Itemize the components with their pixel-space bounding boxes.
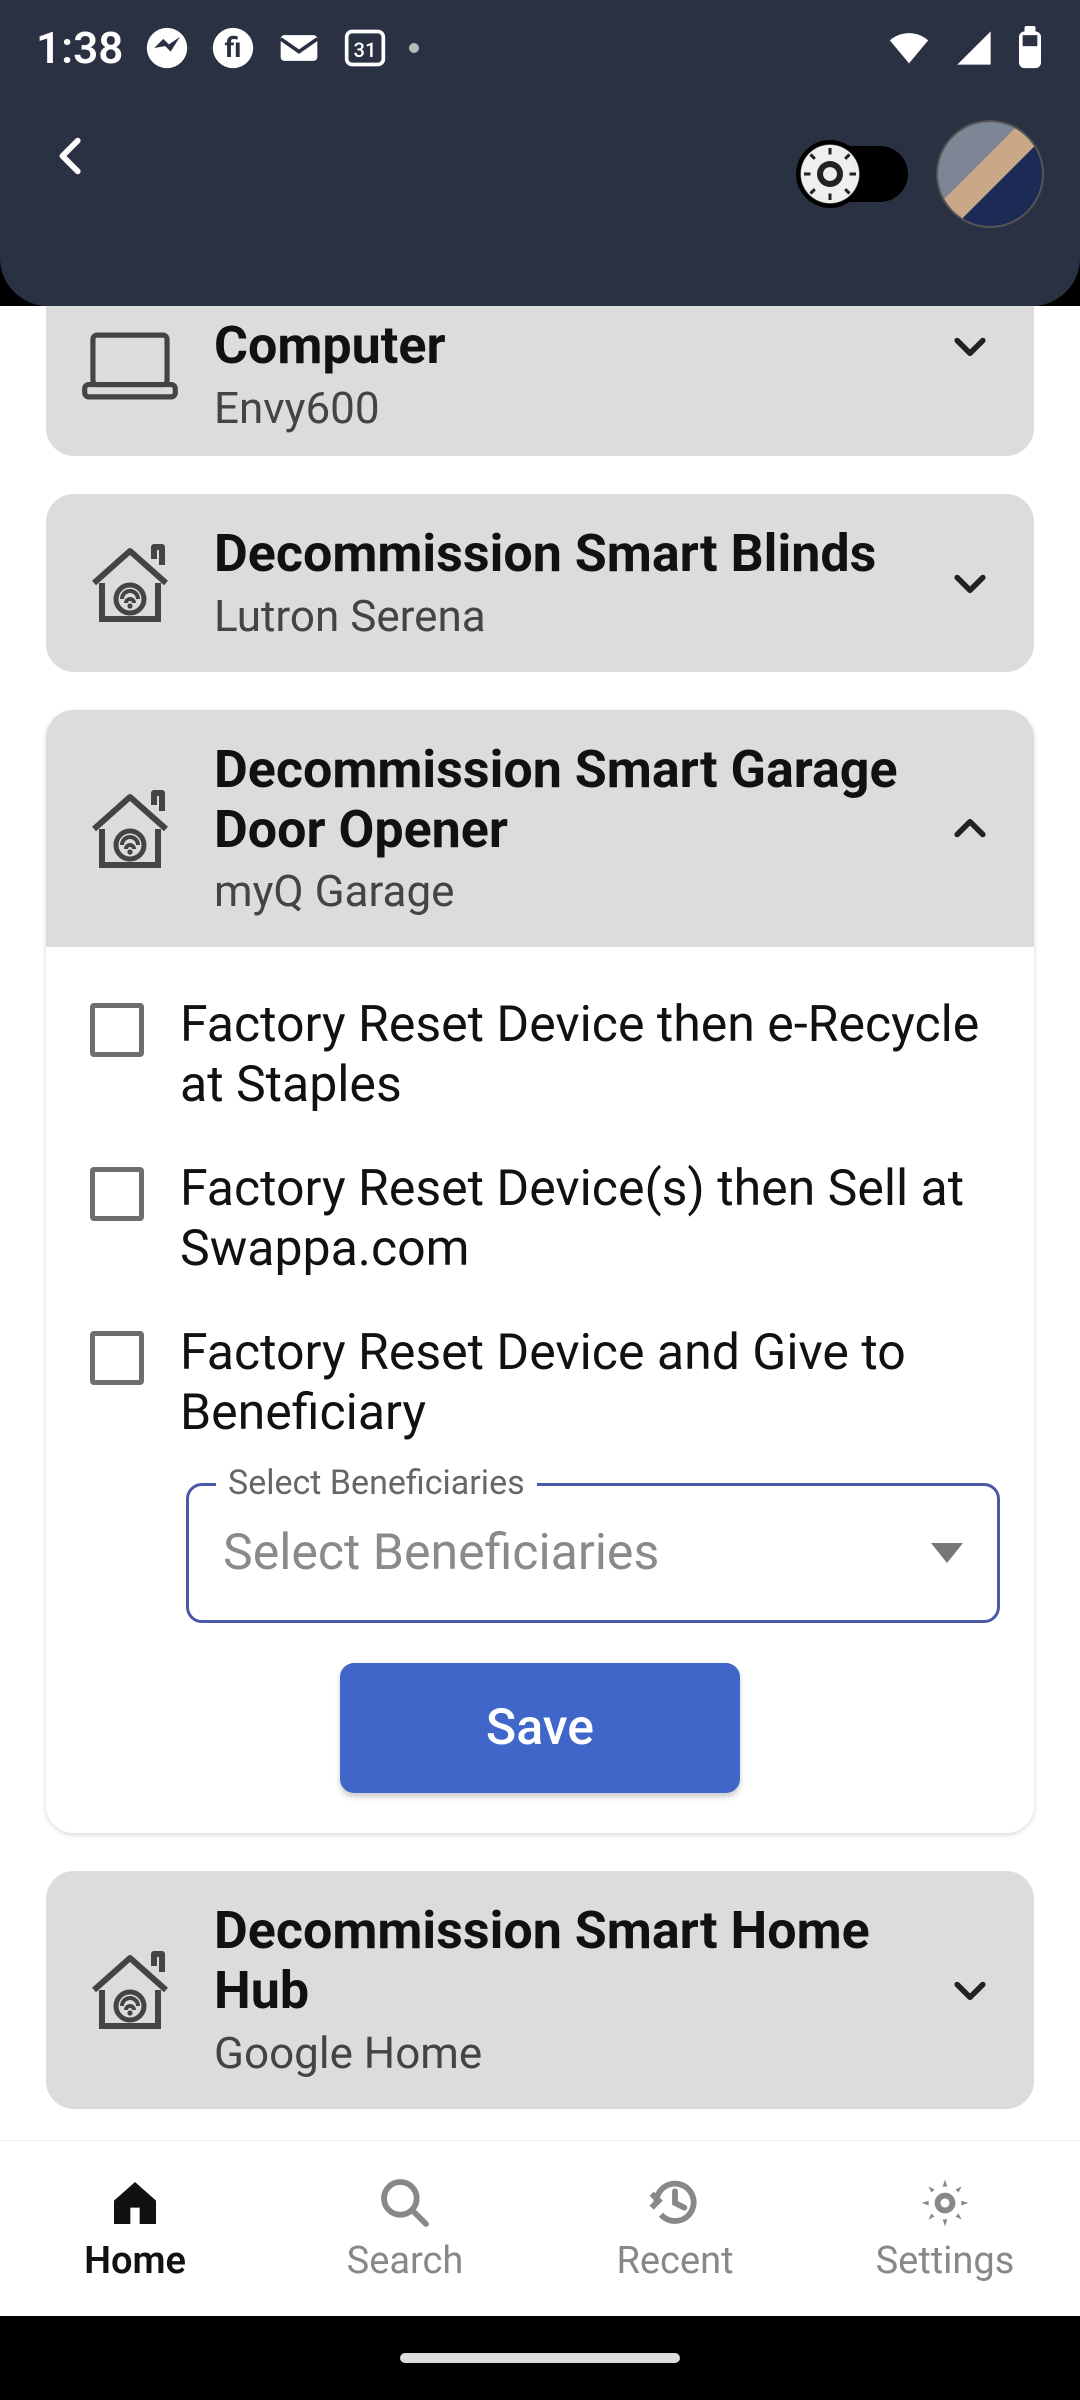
card-title: Computer [214, 316, 906, 376]
avatar[interactable] [936, 120, 1044, 228]
device-card-garage-opener-header[interactable]: Decommission Smart Garage Door Opener my… [46, 710, 1034, 948]
nav-settings[interactable]: Settings [810, 2141, 1080, 2316]
fitbit-icon: fi [211, 26, 255, 70]
option-label: Factory Reset Device and Give to Benefic… [180, 1323, 1000, 1443]
bottom-nav: Home Search Recent Settings [0, 2140, 1080, 2316]
svg-text:31: 31 [354, 38, 377, 62]
messenger-icon [145, 26, 189, 70]
laptop-icon [80, 316, 180, 416]
card-title: Decommission Smart Garage Door Opener [214, 740, 906, 860]
nav-label: Home [84, 2239, 186, 2283]
chevron-down-icon [940, 316, 1000, 376]
gear-icon [917, 2175, 973, 2231]
option-label: Factory Reset Device then e-Recycle at S… [180, 995, 1000, 1115]
nav-home[interactable]: Home [0, 2141, 270, 2316]
device-card-home-hub[interactable]: Decommission Smart Home Hub Google Home [46, 1871, 1034, 2109]
checkbox[interactable] [90, 1331, 144, 1385]
cell-signal-icon [954, 28, 994, 68]
card-title: Decommission Smart Home Hub [214, 1901, 906, 2021]
select-placeholder: Select Beneficiaries [223, 1524, 659, 1582]
option-row-beneficiary[interactable]: Factory Reset Device and Give to Benefic… [80, 1301, 1000, 1465]
gesture-area [0, 2316, 1080, 2400]
app-header [0, 96, 1080, 306]
save-button[interactable]: Save [340, 1663, 740, 1793]
option-row-sell[interactable]: Factory Reset Device(s) then Sell at Swa… [80, 1137, 1000, 1301]
back-button[interactable] [36, 120, 108, 192]
gesture-bar[interactable] [400, 2353, 680, 2363]
content-scroll[interactable]: Computer Envy600 Decommission Smart Blin… [0, 306, 1080, 2140]
chevron-up-icon [940, 799, 1000, 859]
home-icon [107, 2175, 163, 2231]
smart-home-icon [80, 1940, 180, 2040]
calendar-icon: 31 [343, 26, 387, 70]
search-icon [377, 2175, 433, 2231]
smart-home-icon [80, 779, 180, 879]
history-icon [647, 2175, 703, 2231]
device-card-computer[interactable]: Computer Envy600 [46, 306, 1034, 456]
chevron-down-icon [940, 553, 1000, 613]
card-title: Decommission Smart Blinds [214, 524, 906, 584]
nav-recent[interactable]: Recent [540, 2141, 810, 2316]
mail-icon [277, 26, 321, 70]
toggle-knob-icon [796, 140, 864, 208]
nav-label: Recent [616, 2239, 733, 2283]
wifi-icon [886, 25, 932, 71]
card-subtitle: Google Home [214, 2027, 906, 2079]
device-card-smart-blinds[interactable]: Decommission Smart Blinds Lutron Serena [46, 494, 1034, 672]
card-subtitle: Lutron Serena [214, 590, 906, 642]
battery-icon [1016, 26, 1044, 70]
beneficiaries-select[interactable]: Select Beneficiaries Select Beneficiarie… [186, 1483, 1000, 1623]
notification-dot-icon [409, 43, 419, 53]
caret-down-icon [931, 1543, 963, 1563]
status-bar: 1:38 fi 31 [0, 0, 1080, 96]
checkbox[interactable] [90, 1003, 144, 1057]
card-subtitle: myQ Garage [214, 865, 906, 917]
card-subtitle: Envy600 [214, 382, 906, 434]
nav-search[interactable]: Search [270, 2141, 540, 2316]
option-row-recycle[interactable]: Factory Reset Device then e-Recycle at S… [80, 973, 1000, 1137]
option-label: Factory Reset Device(s) then Sell at Swa… [180, 1159, 1000, 1279]
svg-text:fi: fi [225, 31, 242, 64]
device-card-garage-opener-expanded: Decommission Smart Garage Door Opener my… [46, 710, 1034, 1834]
options-panel: Factory Reset Device then e-Recycle at S… [46, 947, 1034, 1833]
checkbox[interactable] [90, 1167, 144, 1221]
select-legend: Select Beneficiaries [216, 1463, 537, 1503]
nav-label: Search [347, 2239, 464, 2283]
status-time: 1:38 [36, 22, 123, 74]
chevron-down-icon [940, 1960, 1000, 2020]
smart-home-icon [80, 533, 180, 633]
theme-toggle[interactable] [804, 146, 908, 202]
nav-label: Settings [876, 2239, 1015, 2283]
